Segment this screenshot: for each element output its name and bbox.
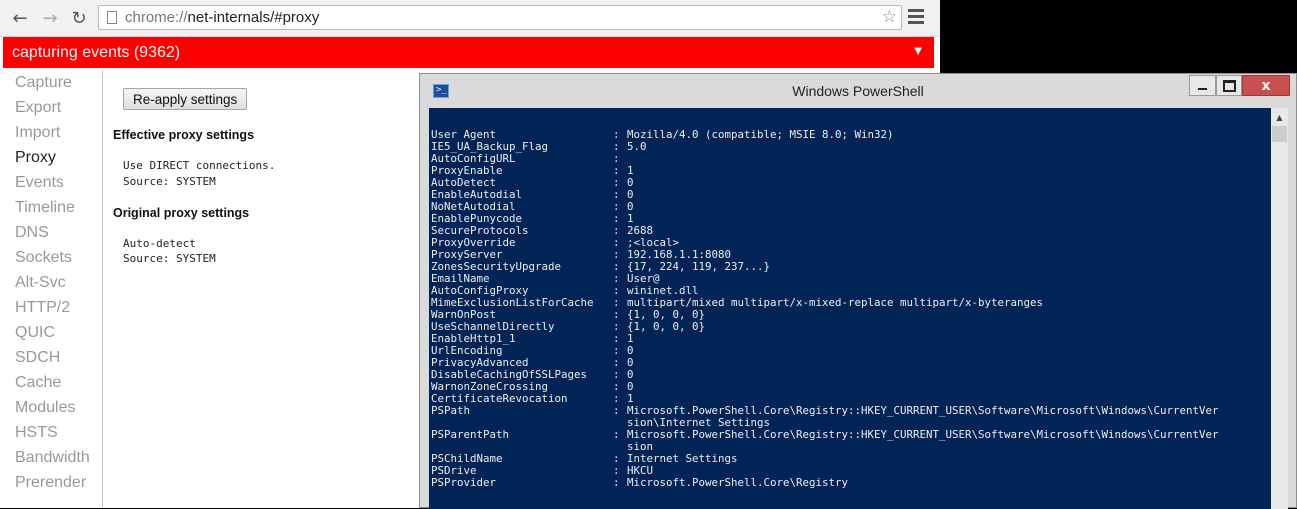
property-value: 5.0 [627,140,647,153]
sidebar-item-prerender[interactable]: Prerender [15,474,86,492]
property-separator: : [613,404,620,417]
property-value: Mozilla/4.0 (compatible; MSIE 8.0; Win32… [627,128,894,141]
sidebar-item-dns[interactable]: DNS [15,224,49,242]
original-proxy-title: Original proxy settings [113,206,250,220]
sidebar-item-timeline[interactable]: Timeline [15,199,75,217]
sidebar-item-alt-svc[interactable]: Alt-Svc [15,274,66,292]
sidebar-item-events[interactable]: Events [15,174,64,192]
property-value: Microsoft.PowerShell.Core\Registry::HKEY… [627,428,1219,441]
powershell-window: >_ Windows PowerShell x User Agent: Mozil… [419,73,1297,509]
back-icon[interactable]: ← [9,7,31,29]
powershell-titlebar[interactable]: >_ Windows PowerShell x [420,74,1296,108]
sidebar-item-http2[interactable]: HTTP/2 [15,299,70,317]
property-value: Microsoft.PowerShell.Core\Registry [627,476,849,489]
reload-icon[interactable]: ↻ [68,7,90,29]
property-separator: : [613,476,620,489]
url-scheme: chrome:// [125,9,188,26]
sidebar-item-sockets[interactable]: Sockets [15,249,72,267]
reapply-settings-button[interactable]: Re-apply settings [123,88,248,110]
sidebar-item-capture[interactable]: Capture [15,74,72,92]
close-icon[interactable]: x [1242,75,1290,96]
property-value: {1, 0, 0, 0} [627,320,706,333]
property-name: PSProvider [431,476,497,489]
sidebar-item-proxy[interactable]: Proxy [15,149,56,167]
chevron-down-icon[interactable]: ▼ [914,46,922,57]
original-proxy-line: Auto-detect [123,237,196,250]
sidebar-item-cache[interactable]: Cache [15,374,61,392]
scroll-up-icon[interactable]: ▲ [1271,110,1288,125]
address-url[interactable]: chrome://net-internals/#proxy [125,9,319,26]
minimize-icon[interactable] [1189,75,1216,96]
property-name: PSParentPath [431,428,510,441]
star-icon[interactable]: ☆ [882,7,897,27]
forward-icon[interactable]: → [39,7,61,29]
sidebar-item-export[interactable]: Export [15,99,61,117]
sidebar-item-import[interactable]: Import [15,124,60,142]
original-proxy-line: Source: SYSTEM [123,252,216,265]
console-scrollbar[interactable]: ▲ [1271,108,1288,509]
sidebar-item-modules[interactable]: Modules [15,399,75,417]
property-name: PSPath [431,404,471,417]
effective-proxy-title: Effective proxy settings [113,128,255,142]
sidebar-item-bandwidth[interactable]: Bandwidth [15,449,90,467]
maximize-icon[interactable] [1216,75,1242,96]
capture-status-bar[interactable]: capturing events (9362) ▼ [3,37,934,68]
sidebar-item-hsts[interactable]: HSTS [15,424,58,442]
page-icon [107,11,117,24]
url-path: net-internals/#proxy [187,9,320,26]
menu-icon[interactable] [908,9,924,27]
sidebar-tabs: Capture Export Import Proxy Events Timel… [0,70,103,508]
address-bar[interactable]: chrome://net-internals/#proxy ☆ [98,5,902,30]
powershell-console[interactable]: User Agent: Mozilla/4.0 (compatible; MSIE… [429,108,1271,509]
capture-status-text: capturing events (9362) [12,44,181,61]
scroll-thumb[interactable] [1272,126,1287,142]
sidebar-item-sdch[interactable]: SDCH [15,349,60,367]
browser-toolbar: ← → ↻ chrome://net-internals/#proxy ☆ [0,0,940,37]
property-separator: : [613,428,620,441]
effective-proxy-line: Use DIRECT connections. [123,159,276,172]
sidebar-item-quic[interactable]: QUIC [15,324,55,342]
powershell-title: Windows PowerShell [792,83,924,99]
effective-proxy-line: Source: SYSTEM [123,175,216,188]
